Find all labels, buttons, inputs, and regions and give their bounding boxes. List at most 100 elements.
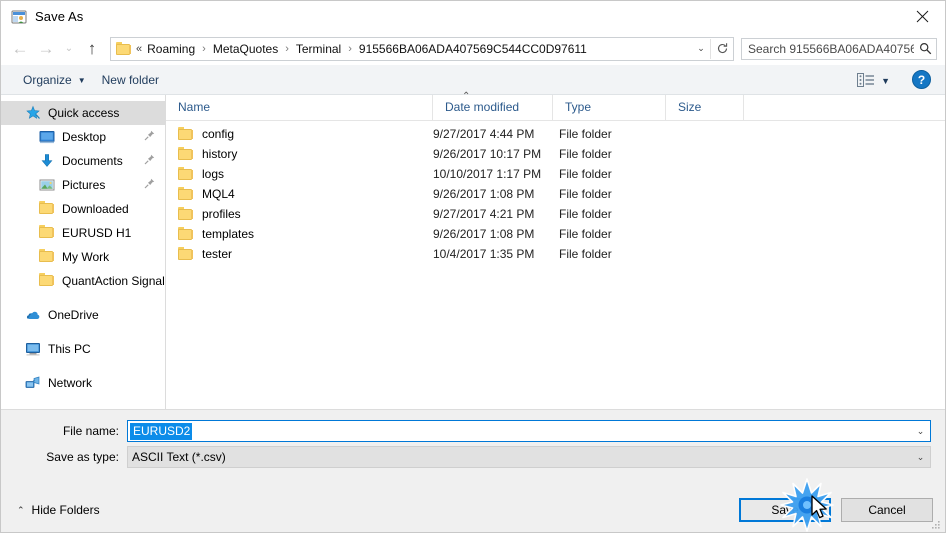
sidebar-item-downloaded[interactable]: Downloaded xyxy=(1,197,165,221)
folder-icon xyxy=(39,273,55,289)
column-header-name[interactable]: Name xyxy=(166,95,433,120)
sidebar-item-onedrive[interactable]: OneDrive xyxy=(1,303,165,327)
sidebar-item-label: OneDrive xyxy=(48,308,99,322)
folder-icon xyxy=(39,201,55,217)
save-as-type-row: Save as type: ASCII Text (*.csv) ⌄ xyxy=(1,446,945,468)
breadcrumb: « Roaming › MetaQuotes › Terminal › 9155… xyxy=(135,41,692,57)
folder-icon xyxy=(178,247,194,261)
pin-icon[interactable] xyxy=(144,130,155,144)
sidebar-item-my-work[interactable]: My Work xyxy=(1,245,165,269)
sidebar-item-quick-access[interactable]: Quick access xyxy=(1,101,165,125)
save-as-dialog: Save As ← → ⌄ ↑ « Roaming › MetaQuotes ›… xyxy=(0,0,946,533)
this-pc-icon xyxy=(25,341,41,357)
refresh-icon[interactable] xyxy=(710,38,733,59)
save-as-type-value: ASCII Text (*.csv) xyxy=(132,450,226,464)
recent-locations-icon[interactable]: ⌄ xyxy=(59,36,79,62)
breadcrumb-item-metaquotes[interactable]: MetaQuotes xyxy=(210,41,281,57)
sidebar-item-label: EURUSD H1 xyxy=(62,226,132,240)
breadcrumb-separator[interactable]: › xyxy=(344,43,356,55)
sidebar-item-this-pc[interactable]: This PC xyxy=(1,337,165,361)
file-name-input[interactable]: EURUSD2 ⌄ xyxy=(127,420,931,442)
network-icon xyxy=(25,375,41,391)
sidebar-item-network[interactable]: Network xyxy=(1,371,165,395)
file-name-label: File name: xyxy=(62,424,119,438)
file-type-cell: File folder xyxy=(559,167,612,181)
sidebar-item-eurusd-h1[interactable]: EURUSD H1 xyxy=(1,221,165,245)
file-type-cell: File folder xyxy=(559,207,612,221)
documents-download-icon xyxy=(39,153,55,169)
save-as-type-select[interactable]: ASCII Text (*.csv) ⌄ xyxy=(127,446,931,468)
column-header-size[interactable]: Size xyxy=(666,95,744,120)
cancel-button[interactable]: Cancel xyxy=(841,498,933,522)
breadcrumb-overflow[interactable]: « xyxy=(135,43,144,55)
hide-folders-button[interactable]: ⌃ Hide Folders xyxy=(11,503,100,517)
file-date-cell: 10/10/2017 1:17 PM xyxy=(433,167,542,181)
table-row[interactable]: logs 10/10/2017 1:17 PM File folder xyxy=(166,164,945,184)
help-button[interactable]: ? xyxy=(912,70,931,89)
table-row[interactable]: profiles 9/27/2017 4:21 PM File folder xyxy=(166,204,945,224)
sidebar-item-quantaction-signal[interactable]: QuantAction Signal xyxy=(1,269,165,293)
star-pin-icon xyxy=(25,105,41,121)
chevron-down-icon[interactable]: ⌄ xyxy=(692,43,710,54)
pin-icon[interactable] xyxy=(144,154,155,168)
file-name-label: MQL4 xyxy=(202,187,235,201)
breadcrumb-item-terminal[interactable]: Terminal xyxy=(293,41,344,57)
view-layout-icon[interactable] xyxy=(855,71,877,89)
forward-arrow-icon[interactable]: → xyxy=(33,36,59,62)
table-row[interactable]: tester 10/4/2017 1:35 PM File folder xyxy=(166,244,945,264)
file-name-cell: config xyxy=(166,127,433,141)
save-as-type-label: Save as type: xyxy=(46,450,119,464)
sidebar-item-pictures[interactable]: Pictures xyxy=(1,173,165,197)
save-button[interactable]: Save xyxy=(739,498,831,522)
folder-icon xyxy=(116,41,132,56)
save-form: File name: EURUSD2 ⌄ Save as type: ASCII… xyxy=(1,409,945,488)
search-input[interactable]: Search 915566BA06ADA40756... xyxy=(742,42,914,56)
column-header-filler xyxy=(744,95,945,120)
address-bar[interactable]: « Roaming › MetaQuotes › Terminal › 9155… xyxy=(110,36,734,61)
file-name-label: config xyxy=(202,127,235,141)
back-arrow-icon[interactable]: ← xyxy=(7,36,33,62)
file-name-cell: MQL4 xyxy=(166,187,433,201)
close-button[interactable] xyxy=(899,1,945,31)
sidebar-item-label: QuantAction Signal xyxy=(62,274,165,288)
file-name-label: history xyxy=(202,147,238,161)
new-folder-button[interactable]: New folder xyxy=(94,70,167,90)
breadcrumb-item-roaming[interactable]: Roaming xyxy=(144,41,198,57)
table-row[interactable]: config 9/27/2017 4:44 PM File folder xyxy=(166,124,945,144)
sidebar-item-label: My Work xyxy=(62,250,110,264)
file-type-cell: File folder xyxy=(559,187,612,201)
sidebar-item-documents[interactable]: Documents xyxy=(1,149,165,173)
table-row[interactable]: MQL4 9/26/2017 1:08 PM File folder xyxy=(166,184,945,204)
table-row[interactable]: history 9/26/2017 10:17 PM File folder xyxy=(166,144,945,164)
folder-icon xyxy=(178,207,194,221)
chevron-down-icon[interactable]: ⌄ xyxy=(911,421,930,441)
file-date-cell: 9/26/2017 1:08 PM xyxy=(433,227,535,241)
folder-icon xyxy=(178,187,194,201)
file-type-cell: File folder xyxy=(559,247,612,261)
chevron-down-icon: ▼ xyxy=(77,76,86,85)
up-arrow-icon[interactable]: ↑ xyxy=(79,36,105,62)
file-type-cell: File folder xyxy=(559,147,612,161)
command-toolbar: Organize ▼ New folder ▼ ? xyxy=(1,65,945,95)
onedrive-cloud-icon xyxy=(25,307,41,323)
sidebar-item-desktop[interactable]: Desktop xyxy=(1,125,165,149)
toolbar-right-group: ▼ ? xyxy=(855,70,937,89)
breadcrumb-item-guid[interactable]: 915566BA06ADA407569C544CC0D97611 xyxy=(356,41,590,57)
pin-icon[interactable] xyxy=(144,178,155,192)
window-title: Save As xyxy=(35,9,84,24)
view-dropdown-caret-icon[interactable]: ▼ xyxy=(879,76,898,86)
navigation-sidebar: Quick access Desktop Documents Pictures … xyxy=(1,95,166,409)
column-header-date-modified[interactable]: Date modified xyxy=(433,95,553,120)
chevron-down-icon[interactable]: ⌄ xyxy=(911,447,930,467)
file-name-cell: profiles xyxy=(166,207,433,221)
breadcrumb-separator[interactable]: › xyxy=(198,43,210,55)
column-header-type[interactable]: Type xyxy=(553,95,666,120)
resize-grip[interactable] xyxy=(930,518,942,530)
breadcrumb-separator[interactable]: › xyxy=(281,43,293,55)
organize-button[interactable]: Organize ▼ xyxy=(15,70,94,90)
file-name-label: profiles xyxy=(202,207,241,221)
table-row[interactable]: templates 9/26/2017 1:08 PM File folder xyxy=(166,224,945,244)
search-box[interactable]: Search 915566BA06ADA40756... xyxy=(741,37,937,60)
search-icon[interactable] xyxy=(914,42,936,55)
